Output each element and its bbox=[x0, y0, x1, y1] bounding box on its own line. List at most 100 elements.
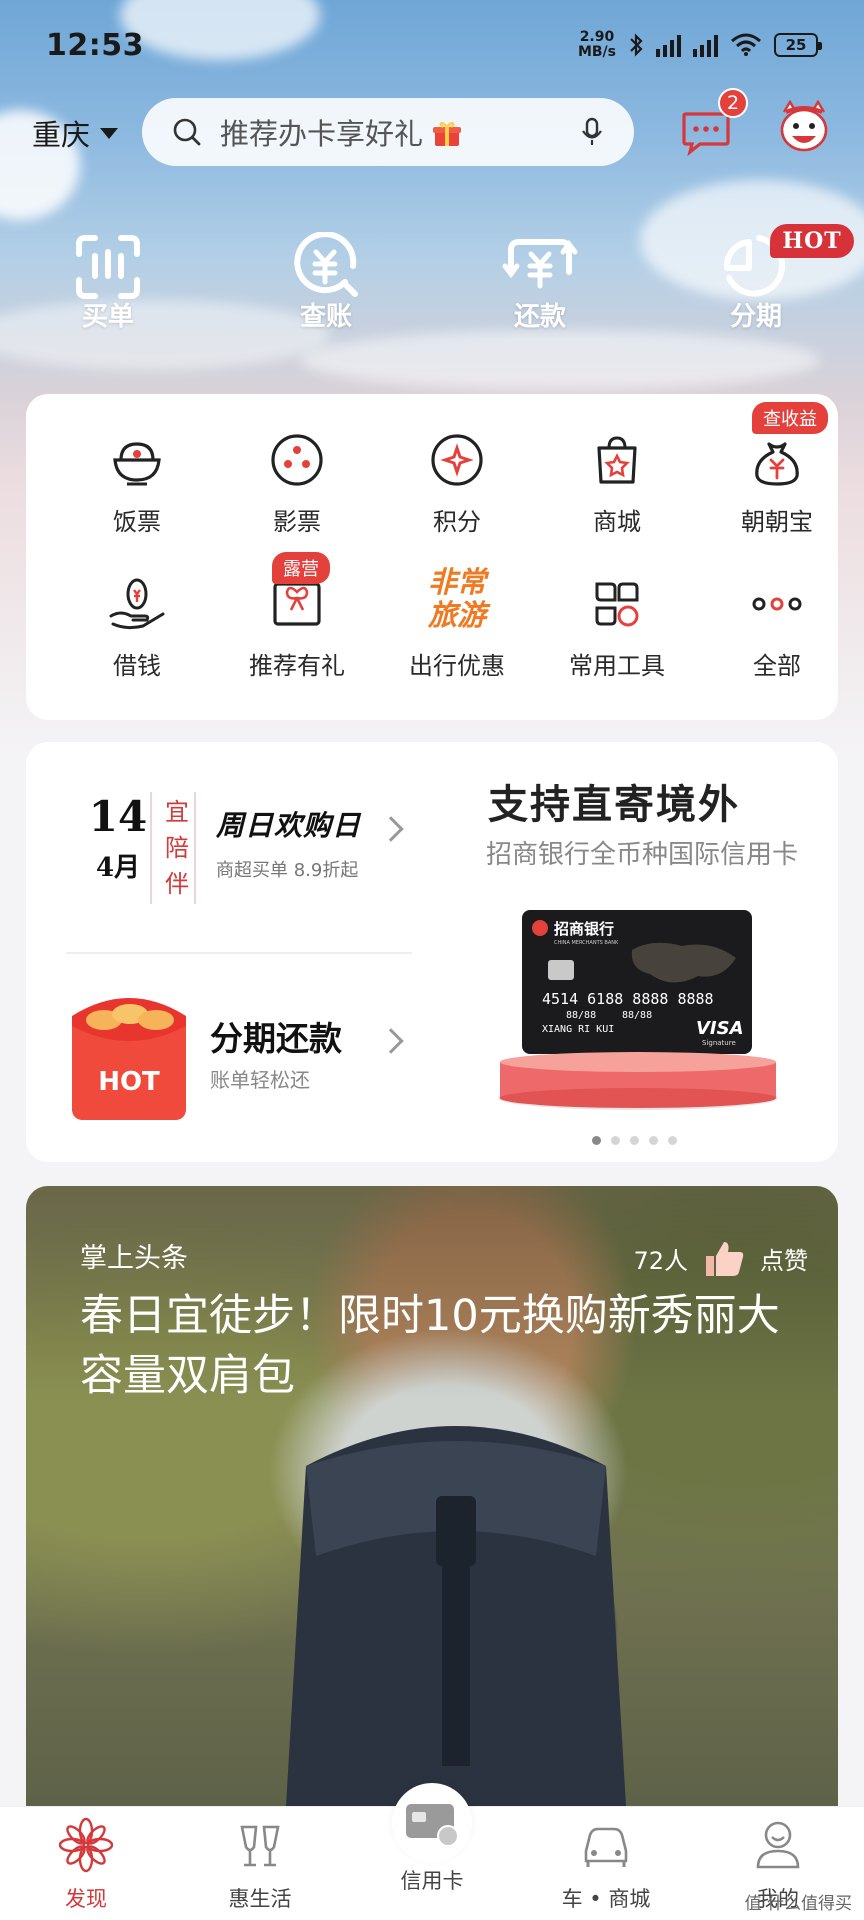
watermark: 值 什么值得买 bbox=[744, 1894, 852, 1914]
like-label: 点赞 bbox=[760, 1246, 808, 1275]
carousel-dot[interactable] bbox=[611, 1136, 620, 1145]
service-tag-camping: 露营 bbox=[272, 552, 330, 584]
car-icon bbox=[584, 1827, 628, 1867]
battery-icon: 25 bbox=[774, 33, 822, 57]
wifi-icon bbox=[731, 33, 761, 56]
service-label: 积分 bbox=[433, 508, 481, 536]
svg-text:Signature: Signature bbox=[702, 1039, 736, 1047]
service-tools[interactable]: 常用工具 bbox=[542, 574, 692, 681]
travel-logo-icon: 非常 旅游 bbox=[427, 565, 486, 632]
discover-flower-icon bbox=[58, 1817, 114, 1873]
check-bill-icon bbox=[294, 232, 358, 297]
carousel-dot[interactable] bbox=[668, 1136, 677, 1145]
bluetooth-icon bbox=[630, 33, 643, 57]
thumbs-up-icon bbox=[706, 1242, 744, 1276]
nav-car-mall[interactable]: 车 • 商城 bbox=[536, 1817, 676, 1913]
film-reel-icon bbox=[271, 434, 323, 486]
news-title: 春日宜徒步！限时10元换购新秀丽大容量双肩包 bbox=[80, 1291, 780, 1401]
chevron-down-icon bbox=[100, 127, 119, 139]
svg-text:VISA: VISA bbox=[696, 1018, 744, 1039]
message-count-badge: 2 bbox=[718, 88, 748, 118]
service-label: 推荐有礼 bbox=[249, 652, 345, 680]
nav-label: 惠生活 bbox=[228, 1887, 292, 1911]
nav-life[interactable]: 惠生活 bbox=[190, 1817, 330, 1913]
svg-text:88/88: 88/88 bbox=[622, 1010, 652, 1021]
service-label: 常用工具 bbox=[569, 652, 665, 680]
carousel-dot[interactable] bbox=[649, 1136, 658, 1145]
service-travel[interactable]: 非常 旅游 出行优惠 bbox=[382, 566, 532, 681]
repay-icon bbox=[502, 239, 578, 289]
carousel-dot[interactable] bbox=[630, 1136, 639, 1145]
weekend-title: 周日欢购日 bbox=[216, 809, 362, 842]
date-month: 4月 bbox=[95, 853, 141, 883]
svg-text:CHINA MERCHANTS BANK: CHINA MERCHANTS BANK bbox=[554, 940, 619, 946]
divider bbox=[66, 952, 412, 954]
carousel-indicator bbox=[592, 1136, 677, 1145]
service-tag-earnings: 查收益 bbox=[752, 402, 828, 434]
divider bbox=[194, 792, 196, 904]
like-button[interactable]: 72人 点赞 bbox=[633, 1238, 808, 1278]
gift-icon bbox=[433, 121, 462, 146]
service-zhaozhaobao[interactable]: 朝朝宝 bbox=[702, 430, 852, 537]
ad-title: 支持直寄境外 bbox=[488, 781, 740, 828]
hot-red-envelope-icon: HOT bbox=[72, 998, 186, 1120]
service-all[interactable]: 全部 bbox=[702, 574, 852, 681]
points-icon bbox=[431, 434, 483, 486]
service-label: 出行优惠 bbox=[409, 652, 505, 680]
service-rice-ticket[interactable]: 饭票 bbox=[62, 430, 212, 537]
avatar[interactable] bbox=[776, 100, 832, 160]
chevron-right-icon bbox=[378, 1028, 404, 1054]
almanac-text: 宜 陪 伴 bbox=[165, 798, 189, 898]
nav-credit-card[interactable]: 信用卡 bbox=[362, 1859, 502, 1895]
service-label: 商城 bbox=[593, 508, 641, 536]
status-bar: 12:53 2.90 MB/s 25 bbox=[0, 0, 864, 90]
news-card[interactable]: 掌上头条 72人 点赞 春日宜徒步！限时10元换购新秀丽大容量双肩包 bbox=[26, 1186, 838, 1806]
status-time: 12:53 bbox=[46, 27, 144, 63]
nav-discover[interactable]: 发现 bbox=[16, 1817, 156, 1913]
quick-action-label: 分期 bbox=[729, 302, 782, 332]
microphone-icon[interactable] bbox=[580, 116, 604, 148]
quick-action-repay[interactable]: 还款 bbox=[480, 232, 600, 333]
ad-subtitle: 招商银行全币种国际信用卡 bbox=[486, 840, 799, 870]
search-placeholder: 推荐办卡享好礼 bbox=[220, 111, 580, 153]
status-icons: 2.90 MB/s 25 bbox=[577, 29, 822, 60]
quick-action-bill[interactable]: 查账 bbox=[266, 232, 386, 333]
service-mall[interactable]: 商城 bbox=[542, 430, 692, 537]
service-label: 饭票 bbox=[113, 508, 161, 536]
service-referral[interactable]: 推荐有礼 bbox=[222, 574, 372, 681]
quick-action-pay[interactable]: 买单 bbox=[48, 232, 168, 333]
weekend-subtitle: 商超买单 8.9折起 bbox=[216, 860, 359, 881]
chevron-right-icon bbox=[378, 816, 404, 842]
service-points[interactable]: 积分 bbox=[382, 430, 532, 537]
quick-action-label: 还款 bbox=[513, 302, 566, 332]
service-label: 影票 bbox=[273, 508, 321, 536]
service-label: 全部 bbox=[753, 652, 801, 680]
carousel-dot[interactable] bbox=[592, 1136, 601, 1145]
shopping-bag-icon bbox=[597, 436, 637, 484]
service-movie-ticket[interactable]: 影票 bbox=[222, 430, 372, 537]
search-input[interactable]: 推荐办卡享好礼 bbox=[142, 98, 634, 166]
city-selector[interactable]: 重庆 bbox=[32, 112, 119, 154]
tools-icon bbox=[595, 582, 639, 627]
service-label: 朝朝宝 bbox=[741, 508, 813, 536]
installment-title: 分期还款 bbox=[210, 1019, 342, 1058]
like-count: 72人 bbox=[633, 1246, 688, 1275]
installment-subtitle: 账单轻松还 bbox=[210, 1068, 310, 1092]
services-grid: 饭票 影票 积分 商城 朝朝宝 查收益 借钱 推荐有礼 露营 非常 旅游 出行优… bbox=[26, 394, 838, 720]
loan-hand-icon bbox=[109, 578, 165, 630]
svg-text:88/88: 88/88 bbox=[566, 1010, 596, 1021]
credit-card-bubble[interactable] bbox=[392, 1783, 472, 1863]
date-box: 14 4月 bbox=[78, 792, 158, 884]
rice-bowl-icon bbox=[113, 442, 161, 486]
network-speed: 2.90 MB/s bbox=[577, 29, 616, 60]
divider bbox=[150, 792, 152, 904]
service-borrow[interactable]: 借钱 bbox=[62, 574, 212, 681]
nav-label: 信用卡 bbox=[400, 1869, 464, 1893]
money-bag-icon bbox=[755, 442, 799, 486]
svg-text:招商银行: 招商银行 bbox=[554, 920, 614, 938]
scan-pay-icon bbox=[76, 235, 140, 299]
cheers-glasses-icon bbox=[240, 1825, 280, 1867]
profile-icon bbox=[756, 1821, 800, 1869]
signal-2-icon bbox=[693, 33, 718, 57]
search-icon bbox=[173, 118, 201, 146]
